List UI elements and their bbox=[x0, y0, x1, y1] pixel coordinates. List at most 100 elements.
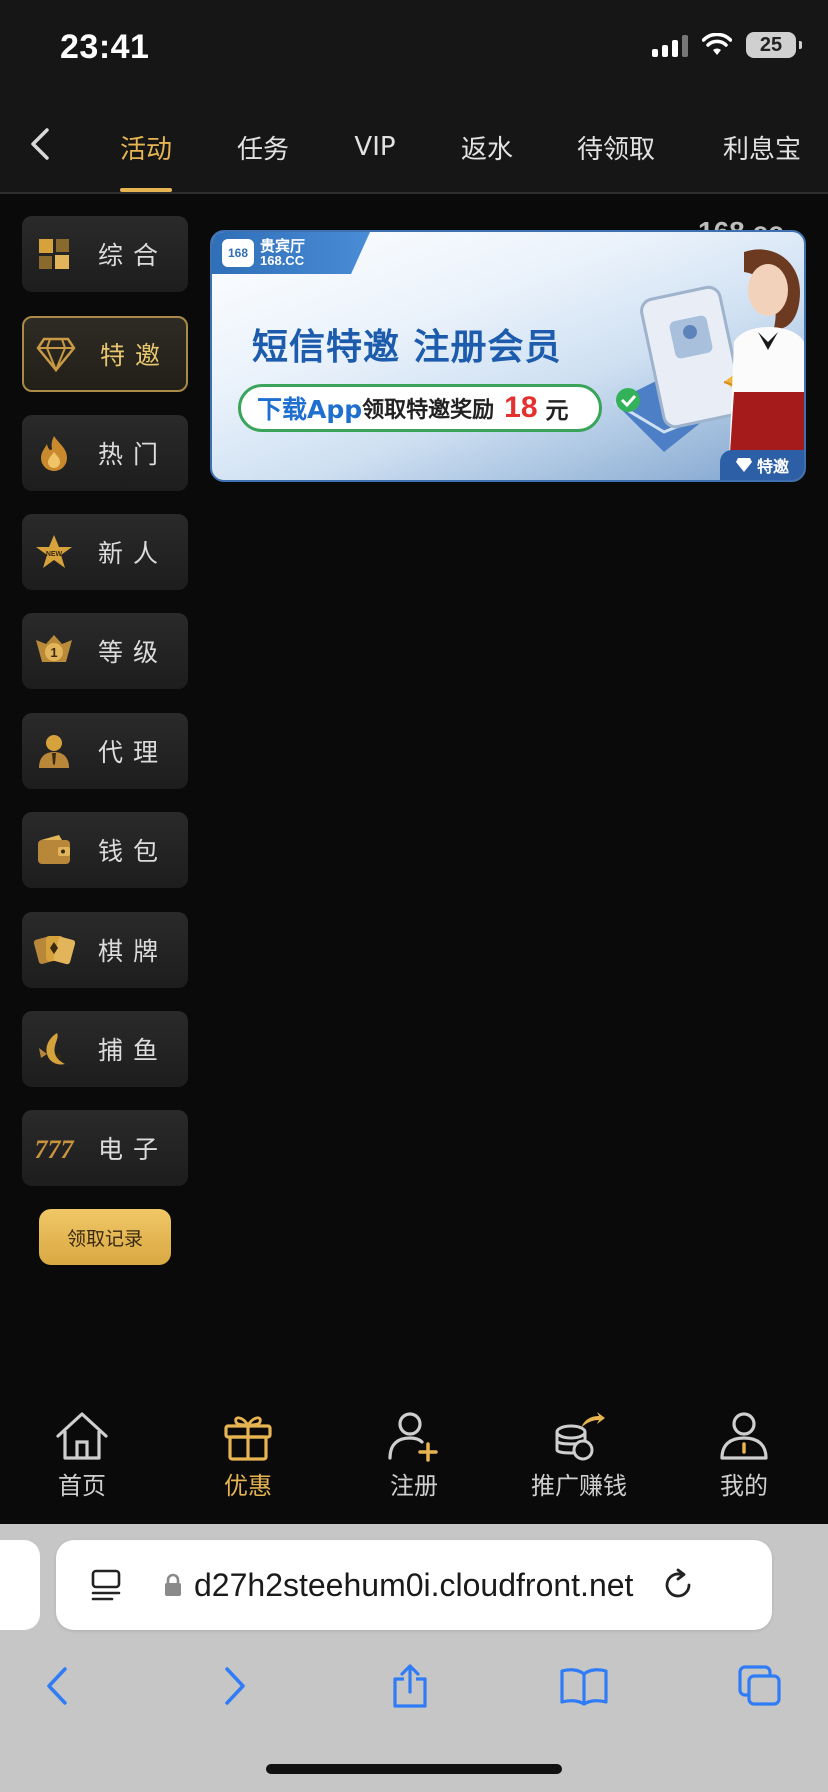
nav-label: 推广赚钱 bbox=[531, 1472, 627, 1500]
side-item-label: 捕鱼 bbox=[98, 1036, 169, 1065]
share-button[interactable] bbox=[380, 1656, 440, 1716]
side-item-newcomer[interactable]: NEW 新人 bbox=[22, 514, 188, 590]
side-item-label: 等级 bbox=[98, 638, 169, 667]
banner-headline: 短信特邀 注册会员 bbox=[252, 327, 562, 368]
add-user-icon bbox=[388, 1412, 438, 1462]
reload-icon[interactable] bbox=[661, 1568, 695, 1602]
reader-mode-icon[interactable] bbox=[90, 1568, 122, 1602]
side-item-label: 特邀 bbox=[100, 341, 171, 370]
tab-label: 待领取 bbox=[576, 134, 655, 165]
side-item-agent[interactable]: 代理 bbox=[22, 713, 188, 789]
side-item-hot[interactable]: 热门 bbox=[22, 415, 188, 491]
cellular-signal-icon bbox=[652, 33, 688, 57]
banner-illustration bbox=[613, 249, 804, 480]
category-tab-bar: 活动 任务 VIP 返水 待领取 利息宝 bbox=[0, 100, 828, 194]
lock-icon bbox=[165, 1573, 181, 1596]
diamond-icon bbox=[735, 458, 752, 472]
side-item-label: 新人 bbox=[98, 539, 169, 568]
tab-vip[interactable]: VIP bbox=[335, 100, 415, 194]
banner-reward-pill: 下载App 领取特邀奖励 18 元 bbox=[238, 384, 602, 432]
side-item-fishing[interactable]: 捕鱼 bbox=[22, 1011, 188, 1087]
nav-promotions[interactable]: 优惠 bbox=[188, 1410, 308, 1501]
claim-records-button[interactable]: 领取记录 bbox=[39, 1209, 171, 1265]
active-tab-indicator bbox=[120, 188, 172, 192]
tab-label: 活动 bbox=[119, 134, 172, 165]
side-item-chess-cards[interactable]: 棋牌 bbox=[22, 912, 188, 988]
invite-promo-banner[interactable]: 168 贵宾厅 168.CC 短信特邀 注册会员 下载App 领取特邀奖励 18… bbox=[210, 230, 806, 482]
previous-tab-preview[interactable] bbox=[0, 1540, 40, 1630]
flame-icon bbox=[32, 431, 76, 475]
status-bar: 23:41 25 bbox=[0, 0, 828, 100]
side-item-general[interactable]: 综合 bbox=[22, 216, 188, 292]
tab-label: 利息宝 bbox=[722, 134, 801, 165]
back-button[interactable] bbox=[20, 122, 60, 166]
tabs-overview-icon bbox=[738, 1665, 781, 1706]
chevron-left-icon bbox=[47, 1667, 67, 1705]
svg-text:NEW: NEW bbox=[46, 551, 63, 558]
side-item-label: 热门 bbox=[98, 440, 169, 469]
side-item-wallet[interactable]: 钱包 bbox=[22, 812, 188, 888]
share-icon bbox=[393, 1664, 427, 1708]
brand-tab: 168 贵宾厅 168.CC bbox=[212, 232, 370, 274]
profile-icon bbox=[720, 1412, 768, 1460]
battery-icon: 25 bbox=[746, 32, 802, 58]
pill-reward-text: 领取特邀奖励 bbox=[362, 398, 495, 423]
side-item-label: 代理 bbox=[98, 738, 169, 767]
tab-activity[interactable]: 活动 bbox=[106, 100, 186, 194]
nav-profile[interactable]: 我的 bbox=[684, 1410, 804, 1501]
svg-text:1: 1 bbox=[50, 645, 57, 660]
side-item-slots[interactable]: 777 电子 bbox=[22, 1110, 188, 1186]
coins-share-icon bbox=[555, 1412, 605, 1461]
chevron-right-icon bbox=[225, 1667, 245, 1705]
nav-register[interactable]: 注册 bbox=[354, 1410, 474, 1501]
brand-logo: 168 bbox=[222, 239, 254, 267]
brand-name: 贵宾厅 bbox=[260, 237, 306, 255]
pill-reward-amount: 18 bbox=[504, 391, 538, 424]
badge-label: 特邀 bbox=[756, 457, 789, 476]
side-item-label: 钱包 bbox=[98, 837, 169, 866]
side-item-label: 综合 bbox=[98, 241, 169, 270]
status-time: 23:41 bbox=[60, 28, 150, 66]
side-item-invite[interactable]: 特邀 bbox=[22, 316, 188, 392]
status-indicators: 25 bbox=[652, 32, 802, 58]
pill-reward-unit: 元 bbox=[545, 398, 569, 424]
level-badge-icon: 1 bbox=[32, 629, 76, 673]
home-icon bbox=[56, 1412, 108, 1460]
tab-tasks[interactable]: 任务 bbox=[223, 100, 303, 194]
chevron-left-icon bbox=[31, 128, 49, 160]
wifi-icon bbox=[702, 33, 732, 55]
tabs-button[interactable] bbox=[730, 1656, 790, 1716]
url-text: d27h2steehum0i.cloudfront.net bbox=[194, 1566, 634, 1603]
tab-label: 返水 bbox=[460, 134, 513, 165]
gift-icon bbox=[224, 1416, 272, 1461]
side-item-label: 电子 bbox=[98, 1135, 169, 1164]
side-item-label: 棋牌 bbox=[98, 937, 169, 966]
nav-affiliate[interactable]: 推广赚钱 bbox=[519, 1410, 639, 1501]
cards-icon bbox=[32, 928, 76, 972]
nav-home[interactable]: 首页 bbox=[22, 1410, 142, 1501]
bottom-navigation: 首页 优惠 注册 推广赚钱 我的 bbox=[0, 1392, 828, 1524]
grid-icon bbox=[32, 232, 76, 276]
svg-text:777: 777 bbox=[35, 1135, 75, 1164]
tab-rebate[interactable]: 返水 bbox=[447, 100, 527, 194]
pill-download-app: 下载App bbox=[257, 395, 363, 424]
wallet-icon bbox=[32, 828, 76, 872]
safari-toolbar: d27h2steehum0i.cloudfront.net bbox=[0, 1524, 828, 1792]
tab-pending[interactable]: 待领取 bbox=[566, 100, 666, 194]
tab-interest[interactable]: 利息宝 bbox=[712, 100, 812, 194]
diamond-icon bbox=[34, 332, 78, 376]
agent-person-icon bbox=[32, 729, 76, 773]
nav-label: 注册 bbox=[390, 1472, 438, 1500]
banner-invite-badge: 特邀 bbox=[720, 450, 804, 480]
address-bar[interactable]: d27h2steehum0i.cloudfront.net bbox=[56, 1540, 772, 1630]
browser-forward-button[interactable] bbox=[206, 1656, 266, 1716]
browser-back-button[interactable] bbox=[26, 1656, 86, 1716]
bookmarks-button[interactable] bbox=[554, 1656, 614, 1716]
nav-label: 优惠 bbox=[224, 1472, 272, 1500]
bookmarks-book-icon bbox=[560, 1668, 608, 1706]
tab-label: VIP bbox=[354, 132, 396, 162]
fish-icon bbox=[32, 1027, 76, 1071]
side-item-level[interactable]: 1 等级 bbox=[22, 613, 188, 689]
home-indicator bbox=[266, 1764, 562, 1774]
nav-label: 我的 bbox=[720, 1472, 768, 1500]
